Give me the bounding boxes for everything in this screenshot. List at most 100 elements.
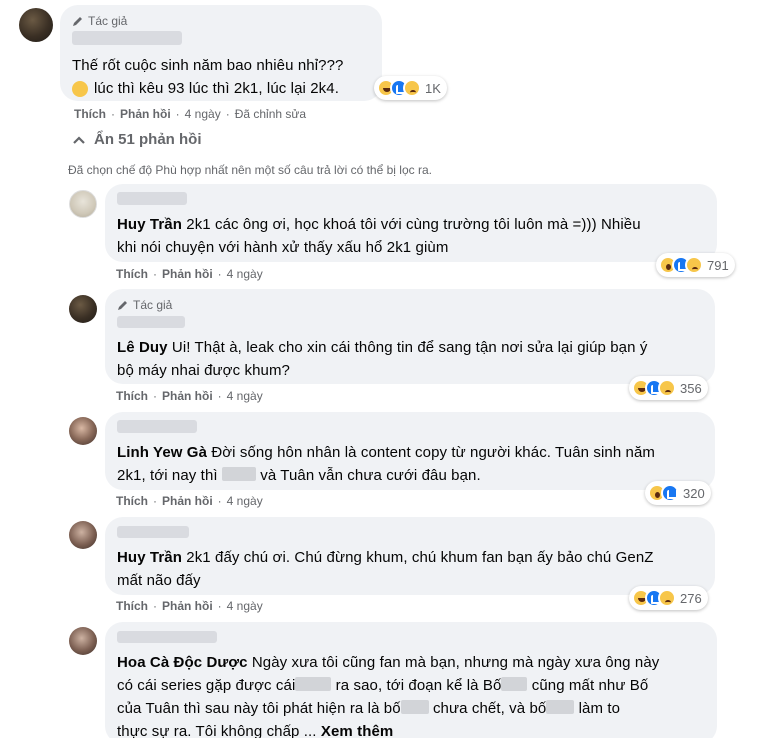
reply-line: cũng mất như Bố (531, 677, 649, 694)
avatar[interactable] (69, 627, 97, 655)
reply-line: 2k1 các ông ơi, học khoá tôi với cùng tr… (186, 216, 641, 233)
commenter-name[interactable]: Lê Duy (117, 339, 168, 356)
author-tag-label: Tác giả (88, 14, 128, 28)
reply-button[interactable]: Phản hồi (162, 599, 213, 613)
reply-button[interactable]: Phản hồi (162, 267, 213, 281)
reaction-summary[interactable]: 356 (629, 376, 708, 400)
pencil-icon (73, 17, 82, 26)
author-badge: Tác giả (72, 13, 370, 29)
reply-line: thực sự ra. Tôi không chấp ... (117, 723, 317, 738)
reaction-summary[interactable]: 1K (374, 76, 447, 100)
separator: · (153, 494, 157, 508)
timestamp[interactable]: 4 ngày (227, 599, 263, 613)
redacted-name (117, 192, 187, 205)
reply-line: ra sao, tới đoạn kể là Bố (335, 677, 502, 694)
reaction-summary[interactable]: 791 (656, 253, 735, 277)
reply-line: Ngày xưa tôi cũng fan mà bạn, nhưng mà n… (251, 654, 660, 671)
sad-icon (403, 79, 421, 97)
redacted-text (295, 677, 332, 691)
sad-icon (658, 379, 676, 397)
separator: · (175, 107, 180, 121)
reply-line: bộ máy nhai được khum? (117, 362, 290, 379)
hide-replies-label: Ẩn 51 phản hồi (94, 131, 202, 148)
reaction-count: 1K (425, 80, 441, 96)
author-tag-label: Tác giả (133, 298, 173, 312)
separator: · (217, 267, 222, 281)
reply-bubble: Tác giả Lê Duy Ui! Thật à, leak cho xin … (105, 289, 715, 384)
reaction-summary[interactable]: 320 (645, 481, 711, 505)
edited-label: Đã chỉnh sửa (234, 107, 307, 121)
redacted-name (117, 420, 197, 433)
reaction-count: 791 (707, 257, 729, 273)
chevron-up-icon (73, 135, 85, 144)
reaction-summary[interactable]: 276 (629, 586, 708, 610)
like-button[interactable]: Thích (116, 494, 148, 508)
reply-actions: Thích · Phản hồi · 4 ngày (116, 599, 263, 613)
reply-text: Hoa Cà Độc Dược Ngày xưa tôi cũng fan mà… (117, 651, 705, 738)
commenter-name[interactable]: Hoa Cà Độc Dược (117, 654, 248, 671)
separator: · (217, 494, 222, 508)
redacted-text (501, 677, 528, 691)
like-button[interactable]: Thích (116, 599, 148, 613)
comment-bubble: Tác giả Thế rốt cuộc sinh năm bao nhiêu … (60, 5, 382, 101)
reply-actions: Thích · Phản hồi · 4 ngày (116, 267, 263, 281)
like-button[interactable]: Thích (116, 389, 148, 403)
reply-line: chưa chết, và bố (432, 700, 547, 717)
like-button[interactable]: Thích (116, 267, 148, 281)
redacted-name (72, 31, 182, 45)
redacted-text (546, 700, 575, 714)
reply-text: Lê Duy Ui! Thật à, leak cho xin cái thôn… (117, 336, 703, 382)
avatar[interactable] (69, 295, 97, 323)
reply-button[interactable]: Phản hồi (162, 494, 213, 508)
reply-line: khi nói chuyện với hành xử thấy xấu hổ 2… (117, 239, 449, 256)
reply-bubble: Huy Trần 2k1 đấy chú ơi. Chú đừng khum, … (105, 517, 715, 595)
commenter-name[interactable]: Linh Yew Gà (117, 444, 207, 461)
timestamp[interactable]: 4 ngày (227, 494, 263, 508)
reply-text: Huy Trần 2k1 các ông ơi, học khoá tôi vớ… (117, 213, 705, 259)
reply-line: mất não đấy (117, 572, 201, 589)
reply-line: 2k1, tới nay thì (117, 467, 218, 484)
avatar[interactable] (69, 521, 97, 549)
avatar[interactable] (69, 190, 97, 218)
avatar[interactable] (69, 417, 97, 445)
separator: · (111, 107, 115, 121)
reply-line: và Tuân vẫn chưa cưới đâu bạn. (260, 467, 481, 484)
reply-button[interactable]: Phản hồi (162, 389, 213, 403)
comment-line: Thế rốt cuộc sinh năm bao nhiêu nhỉ??? (72, 57, 344, 74)
hide-replies-button[interactable]: Ẩn 51 phản hồi (72, 131, 202, 148)
reply-bubble: Huy Trần 2k1 các ông ơi, học khoá tôi vớ… (105, 184, 717, 262)
separator: · (153, 599, 157, 613)
redacted-name (117, 526, 189, 538)
commenter-name[interactable]: Huy Trần (117, 549, 182, 566)
reaction-count: 356 (680, 380, 702, 396)
comment-text: Thế rốt cuộc sinh năm bao nhiêu nhỉ??? l… (72, 54, 370, 100)
sad-icon (685, 256, 703, 274)
timestamp[interactable]: 4 ngày (227, 267, 263, 281)
redacted-text (221, 467, 256, 481)
see-more-link[interactable]: Xem thêm (321, 723, 394, 738)
like-button[interactable]: Thích (74, 107, 106, 121)
reply-line: có cái series gặp được cái (117, 677, 296, 694)
reply-button[interactable]: Phản hồi (120, 107, 171, 121)
avatar[interactable] (19, 8, 53, 42)
separator: · (217, 389, 222, 403)
pencil-icon (118, 301, 127, 310)
reply-text: Linh Yew Gà Đời sống hôn nhân là content… (117, 441, 703, 487)
reply-line: làm to (578, 700, 621, 717)
like-icon (661, 484, 679, 502)
timestamp[interactable]: 4 ngày (185, 107, 221, 121)
redacted-name (117, 631, 217, 643)
separator: · (153, 267, 157, 281)
commenter-name[interactable]: Huy Trần (117, 216, 182, 233)
reply-actions: Thích · Phản hồi · 4 ngày (116, 494, 263, 508)
reply-line: Đời sống hôn nhân là content copy từ ngư… (211, 444, 656, 461)
separator: · (217, 599, 222, 613)
redacted-name (117, 316, 185, 328)
reply-line: của Tuân thì sau này tôi phát hiện ra là… (117, 700, 401, 717)
reply-line: Ui! Thật à, leak cho xin cái thông tin đ… (171, 339, 648, 356)
reply-actions: Thích · Phản hồi · 4 ngày (116, 389, 263, 403)
sweat-smile-icon (72, 80, 88, 97)
filter-note: Đã chọn chế độ Phù hợp nhất nên một số c… (68, 163, 432, 177)
timestamp[interactable]: 4 ngày (227, 389, 263, 403)
redacted-text (400, 700, 429, 714)
